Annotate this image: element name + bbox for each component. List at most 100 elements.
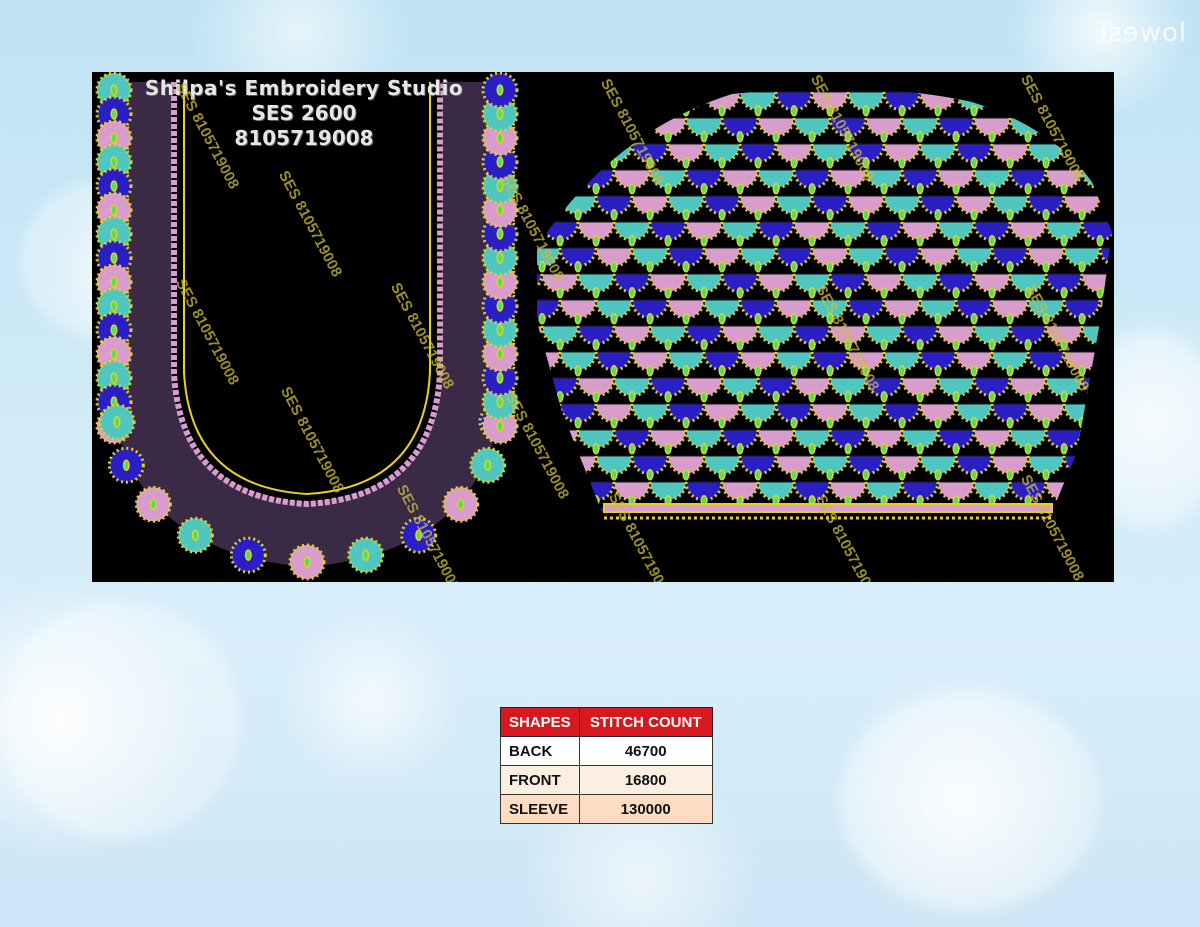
bead-drop (916, 286, 924, 299)
bead-drop (934, 312, 942, 325)
bead-drop (110, 372, 118, 384)
bead-drop (952, 338, 960, 351)
bead-drop (1024, 130, 1032, 143)
bead-drop (718, 104, 726, 117)
scallop-motif (537, 143, 561, 163)
scallop-motif (577, 117, 615, 137)
bead-drop (556, 390, 564, 403)
bead-drop (826, 208, 834, 221)
bead-drop (592, 494, 600, 507)
bead-drop (1042, 260, 1050, 273)
scallop-motif (1099, 507, 1112, 513)
shape-cell: SLEEVE (500, 794, 580, 824)
bead-drop (700, 182, 708, 195)
bead-drop (646, 468, 654, 481)
bead-drop (718, 312, 726, 325)
bead-drop (646, 104, 654, 117)
bead-drop (790, 156, 798, 169)
bead-drop (1006, 364, 1014, 377)
scallop-motif (1099, 195, 1112, 215)
bead-drop (952, 442, 960, 455)
scallop-rim (1098, 403, 1112, 424)
bead-drop (970, 156, 978, 169)
bead-drop (754, 156, 762, 169)
scallop-motif (1099, 351, 1112, 371)
scallop-rim (990, 91, 1030, 112)
bead-drop (496, 324, 504, 336)
bead-drop (1096, 390, 1104, 403)
bead-drop (844, 286, 852, 299)
bead-drop (808, 234, 816, 247)
bead-drop (988, 442, 996, 455)
bead-drop (1042, 156, 1050, 169)
bead-drop (880, 234, 888, 247)
bead-drop (1078, 468, 1086, 481)
scallop-rim (630, 91, 670, 112)
corner-logo: lowesi (1098, 18, 1186, 48)
bead-drop (592, 442, 600, 455)
bead-drop (755, 522, 761, 532)
bead-drop (988, 390, 996, 403)
bead-drop (844, 442, 852, 455)
bead-drop (556, 182, 564, 195)
bead-drop (1078, 208, 1086, 221)
bead-drop (718, 156, 726, 169)
bead-drop (899, 522, 905, 532)
scallop-rim (558, 507, 598, 513)
bead-drop (970, 312, 978, 325)
bead-drop (1078, 416, 1086, 429)
bead-drop (646, 208, 654, 221)
bead-drop (880, 130, 888, 143)
bead-drop (934, 156, 942, 169)
bead-drop (574, 416, 582, 429)
bead-drop (988, 130, 996, 143)
bead-drop (484, 459, 492, 472)
bead-drop (1060, 390, 1068, 403)
bead-drop (610, 364, 618, 377)
scallop-rim (1098, 455, 1112, 476)
scallop-rim (666, 91, 706, 112)
scallop-rim (1062, 91, 1102, 112)
bead-drop (646, 312, 654, 325)
bead-drop (790, 208, 798, 221)
bead-drop (628, 234, 636, 247)
bead-drop (611, 522, 617, 532)
bead-drop (1042, 208, 1050, 221)
bead-drop (862, 208, 870, 221)
bead-drop (1006, 156, 1014, 169)
bead-drop (916, 338, 924, 351)
scallop-rim (537, 507, 562, 513)
table-header-row: SHAPES STITCH COUNT (500, 707, 713, 737)
bead-drop (1006, 416, 1014, 429)
bead-drop (1060, 286, 1068, 299)
bead-drop (574, 104, 582, 117)
bead-drop (898, 364, 906, 377)
bead-drop (898, 156, 906, 169)
bead-drop (700, 130, 708, 143)
bead-drop (682, 104, 690, 117)
bead-drop (592, 182, 600, 195)
bead-drop (772, 338, 780, 351)
bead-drop (521, 340, 527, 350)
scallop-motif (1081, 117, 1112, 137)
bead-drop (970, 208, 978, 221)
bead-drop (772, 442, 780, 455)
bead-drop (682, 260, 690, 273)
bead-drop (988, 286, 996, 299)
bead-drop (664, 234, 672, 247)
bead-drop (808, 442, 816, 455)
bead-drop (110, 276, 118, 288)
bead-drop (647, 522, 653, 532)
bead-drop (700, 390, 708, 403)
scallop-motif (1063, 507, 1101, 513)
bead-drop (664, 130, 672, 143)
bead-drop (863, 522, 869, 532)
bead-drop (110, 252, 118, 264)
bead-drop (1096, 286, 1104, 299)
scallop-rim (1062, 507, 1102, 513)
bead-drop (683, 522, 689, 532)
bead-drop (934, 416, 942, 429)
bead-drop (496, 108, 504, 120)
bead-drop (682, 156, 690, 169)
bead-drop (1060, 182, 1068, 195)
